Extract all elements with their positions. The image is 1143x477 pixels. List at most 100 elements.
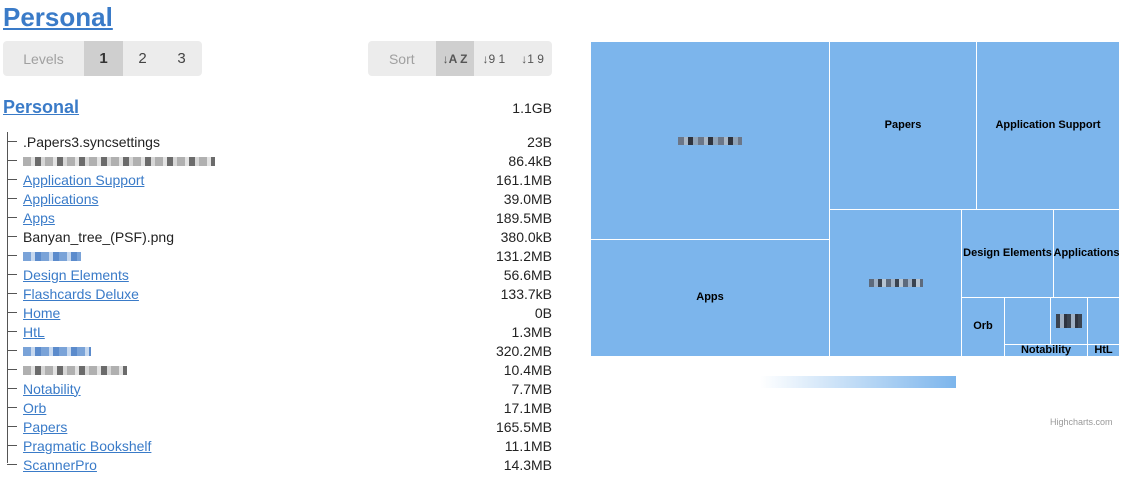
treemap-chart: Papers Application Support Apps Design E… [590, 41, 1120, 357]
tree-item-name [23, 362, 127, 378]
tree-item-size: 7.7MB [511, 380, 552, 397]
tree-item-link[interactable] [23, 248, 81, 264]
highcharts-credits[interactable]: Highcharts.com [1050, 417, 1113, 427]
level-1-button[interactable]: 1 [84, 41, 123, 76]
tree-row: Home 0B [7, 303, 552, 322]
tree-item-link[interactable]: Design Elements [23, 267, 129, 283]
sort-alpha-button[interactable]: ↓A Z [435, 41, 475, 76]
tree-item-size: 380.0kB [500, 228, 552, 245]
sort-alpha-icon: ↓A Z [442, 51, 468, 66]
color-axis-legend [760, 376, 956, 388]
tree-item-link[interactable]: Orb [23, 400, 46, 416]
treemap-tile-redacted-small[interactable] [1050, 297, 1088, 345]
tree-branch [7, 179, 17, 180]
tree-item-link[interactable]: Flashcards Deluxe [23, 286, 139, 302]
tree-item-link[interactable] [23, 343, 91, 359]
tree-row: HtL 1.3MB [7, 322, 552, 341]
treemap-tile-apps[interactable]: Apps [590, 239, 830, 357]
sort-numeric-asc-button[interactable]: ↓9 1 [474, 41, 513, 76]
tree-item-link[interactable]: Pragmatic Bookshelf [23, 438, 151, 454]
page-title[interactable]: Personal [3, 2, 113, 33]
tree-branch [7, 426, 17, 427]
tree-row: Banyan_tree_(PSF).png 380.0kB [7, 227, 552, 246]
treemap-tile-applications[interactable]: Applications [1053, 209, 1120, 298]
tree-item-size: 11.1MB [504, 437, 552, 454]
treemap-tile-small-1[interactable] [1004, 297, 1051, 345]
tree-row: Apps 189.5MB [7, 208, 552, 227]
tree-branch [7, 445, 17, 446]
tree-row: ScannerPro 14.3MB [7, 455, 552, 474]
tree-branch [7, 350, 17, 351]
tree-row: Applications 39.0MB [7, 189, 552, 208]
tree-row: Pragmatic Bookshelf 11.1MB [7, 436, 552, 455]
tree-row: 10.4MB [7, 360, 552, 379]
tree-branch [7, 407, 17, 408]
tree-row: Application Support 161.1MB [7, 170, 552, 189]
redacted-name [23, 366, 127, 376]
tree-row: Orb 17.1MB [7, 398, 552, 417]
tree-item-size: 189.5MB [495, 209, 552, 226]
tree-item-size: 1.3MB [511, 323, 552, 340]
redacted-name [23, 157, 215, 167]
tree-branch [7, 141, 17, 142]
tree-item-link[interactable]: Papers [23, 419, 67, 435]
tree-item-link[interactable]: Application Support [23, 172, 144, 188]
tree-item-size: 0B [534, 304, 552, 321]
tree-item-size: 131.2MB [495, 247, 552, 264]
tree-row: Flashcards Deluxe 133.7kB [7, 284, 552, 303]
treemap-tile-redacted-medium[interactable] [829, 209, 962, 357]
sort-control: Sort ↓A Z ↓9 1 ↓1 9 [368, 41, 552, 76]
tree-item-link[interactable]: Home [23, 305, 60, 321]
tree-branch [7, 369, 17, 370]
treemap-tile-notability[interactable]: Notability [1004, 344, 1088, 357]
tree-item-size: 86.4kB [508, 152, 552, 169]
levels-label: Levels [23, 50, 64, 67]
root-row: Personal 1.1GB [3, 97, 552, 118]
redacted-name [23, 347, 91, 357]
tree-branch [7, 331, 17, 332]
treemap-tile-papers[interactable]: Papers [829, 41, 977, 210]
tree-item-link[interactable]: HtL [23, 324, 45, 340]
treemap-tile-htl[interactable]: HtL [1087, 344, 1120, 357]
tree-item-size: 10.4MB [503, 361, 552, 378]
tree-branch [7, 217, 17, 218]
sort-numeric-desc-icon: ↓1 9 [521, 51, 544, 66]
level-2-button[interactable]: 2 [123, 41, 162, 76]
tree-item-size: 161.1MB [495, 171, 552, 188]
treemap-tile-design-elements[interactable]: Design Elements [961, 209, 1054, 298]
levels-control: Levels 1 2 3 [3, 41, 202, 76]
file-tree: .Papers3.syncsettings 23B 86.4kB Applicatio… [7, 132, 552, 474]
root-size: 1.1GB [512, 100, 552, 116]
tree-item-size: 133.7kB [500, 285, 552, 302]
tree-row: Notability 7.7MB [7, 379, 552, 398]
tree-item-size: 23B [527, 133, 552, 150]
treemap-tile-small-2[interactable] [1087, 297, 1120, 345]
tree-item-link[interactable]: ScannerPro [23, 457, 97, 473]
tree-item-link[interactable]: Applications [23, 191, 99, 207]
treemap-tile-orb[interactable]: Orb [961, 297, 1005, 357]
tree-item-name [23, 153, 215, 169]
sort-label: Sort [388, 50, 415, 67]
treemap-tile-redacted-large[interactable] [590, 41, 830, 240]
tree-branch [7, 198, 17, 199]
tree-row: 320.2MB [7, 341, 552, 360]
tree-item-link[interactable]: Notability [23, 381, 81, 397]
tree-branch [7, 160, 17, 161]
root-folder-link[interactable]: Personal [3, 97, 79, 118]
redacted-label [868, 279, 923, 287]
tree-row: Papers 165.5MB [7, 417, 552, 436]
treemap-tile-application-support[interactable]: Application Support [976, 41, 1120, 210]
sort-numeric-desc-button[interactable]: ↓1 9 [513, 41, 552, 76]
tree-item-name: Banyan_tree_(PSF).png [23, 228, 174, 245]
tree-branch [7, 293, 17, 294]
tree-row: .Papers3.syncsettings 23B [7, 132, 552, 151]
tree-item-size: 56.6MB [503, 266, 552, 283]
tree-item-size: 320.2MB [495, 342, 552, 359]
tree-branch [7, 236, 17, 237]
tree-item-link[interactable]: Apps [23, 210, 55, 226]
tree-item-name: .Papers3.syncsettings [23, 133, 160, 150]
tree-row: 131.2MB [7, 246, 552, 265]
tree-branch [7, 274, 17, 275]
tree-branch [7, 388, 17, 389]
level-3-button[interactable]: 3 [162, 41, 201, 76]
